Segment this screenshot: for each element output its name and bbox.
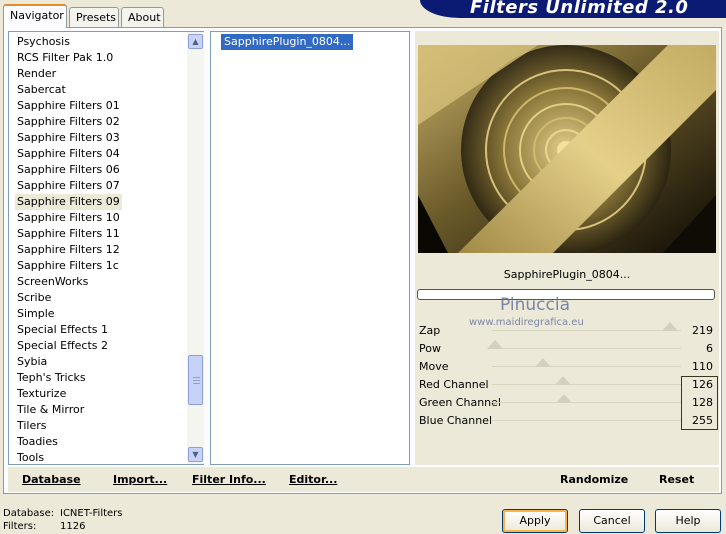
list-item[interactable]: Sabercat: [15, 82, 68, 98]
channel-value-highlight: [681, 376, 718, 430]
database-button[interactable]: Database: [22, 473, 81, 486]
list-item[interactable]: Sapphire Filters 03: [15, 130, 122, 146]
list-scrollbar[interactable]: ▲ ▼: [187, 32, 204, 464]
list-item[interactable]: Sybia: [15, 354, 49, 370]
database-label: Database:: [3, 508, 55, 519]
param-slider[interactable]: [492, 358, 681, 367]
list-item[interactable]: Sapphire Filters 01: [15, 98, 122, 114]
param-slider[interactable]: [492, 376, 681, 385]
list-item[interactable]: Render: [15, 66, 58, 82]
list-item[interactable]: Toadies: [15, 434, 60, 450]
filters-label: Filters:: [3, 521, 37, 532]
filters-count: 1126: [60, 521, 86, 532]
scroll-down-button[interactable]: ▼: [188, 447, 203, 462]
param-row-pow[interactable]: Pow 6: [417, 340, 717, 358]
param-row-zap[interactable]: Zap 219: [417, 322, 717, 340]
action-bar: Database Import... Filter Info... Editor…: [8, 467, 719, 492]
tab-presets[interactable]: Presets: [69, 7, 119, 27]
list-item[interactable]: Sapphire Filters 02: [15, 114, 122, 130]
list-item[interactable]: ScreenWorks: [15, 274, 90, 290]
slider-thumb[interactable]: [662, 322, 678, 331]
param-row-blue-channel[interactable]: Blue Channel 255: [417, 412, 717, 430]
apply-button[interactable]: Apply: [502, 509, 568, 533]
param-slider[interactable]: [492, 322, 681, 331]
list-item[interactable]: Simple: [15, 306, 57, 322]
list-item[interactable]: Sapphire Filters 10: [15, 210, 122, 226]
tab-about[interactable]: About: [121, 7, 164, 27]
tab-navigator[interactable]: Navigator: [3, 4, 67, 28]
list-item[interactable]: Sapphire Filters 12: [15, 242, 122, 258]
watermark-name: Pinuccia: [500, 295, 570, 315]
list-item[interactable]: Tools: [15, 450, 46, 466]
param-label: Pow: [419, 342, 441, 355]
list-item[interactable]: Tilers: [15, 418, 49, 434]
grip-line: [193, 383, 200, 384]
list-item[interactable]: Scribe: [15, 290, 53, 306]
slider-thumb[interactable]: [487, 340, 503, 349]
param-value: 6: [706, 342, 713, 355]
param-row-red-channel[interactable]: Red Channel 126: [417, 376, 717, 394]
param-slider[interactable]: [487, 340, 681, 349]
cancel-button[interactable]: Cancel: [579, 509, 645, 533]
import-button[interactable]: Import...: [113, 473, 167, 486]
slider-thumb[interactable]: [535, 358, 551, 367]
scrollbar-thumb[interactable]: [188, 355, 203, 405]
reset-button[interactable]: Reset: [659, 473, 694, 486]
scroll-up-button[interactable]: ▲: [188, 34, 203, 49]
list-item[interactable]: Sapphire Filters 11: [15, 226, 122, 242]
param-row-move[interactable]: Move 110: [417, 358, 717, 376]
list-item[interactable]: Psychosis: [15, 34, 72, 50]
filter-category-list[interactable]: Psychosis RCS Filter Pak 1.0 Render Sabe…: [8, 31, 204, 465]
param-slider[interactable]: [492, 394, 681, 403]
slider-thumb[interactable]: [556, 394, 572, 403]
editor-button[interactable]: Editor...: [289, 473, 337, 486]
slider-thumb[interactable]: [555, 376, 571, 385]
list-item[interactable]: Tile & Mirror: [15, 402, 86, 418]
param-label: Red Channel: [419, 378, 489, 391]
app-title-banner: Filters Unlimited 2.0: [420, 0, 726, 18]
list-item[interactable]: Special Effects 2: [15, 338, 110, 354]
preview-filter-name: SapphirePlugin_0804...: [503, 268, 631, 281]
list-item[interactable]: Teph's Tricks: [15, 370, 88, 386]
list-item[interactable]: Sapphire Filters 1c: [15, 258, 121, 274]
param-label: Green Channel: [419, 396, 501, 409]
chevron-down-icon: ▼: [192, 450, 199, 459]
plugin-item-selected[interactable]: SapphirePlugin_0804...: [221, 34, 354, 50]
param-value: 219: [692, 324, 713, 337]
list-item[interactable]: Texturize: [15, 386, 68, 402]
list-item[interactable]: Sapphire Filters 07: [15, 178, 122, 194]
param-slider[interactable]: [492, 420, 681, 421]
plugin-list[interactable]: SapphirePlugin_0804...: [210, 31, 410, 465]
param-label: Move: [419, 360, 449, 373]
param-label: Blue Channel: [419, 414, 492, 427]
preview-panel: SapphirePlugin_0804... Pinuccia www.maid…: [415, 31, 719, 465]
param-value: 110: [692, 360, 713, 373]
list-item-selected[interactable]: Sapphire Filters 09: [15, 194, 122, 210]
randomize-button[interactable]: Randomize: [560, 473, 628, 486]
list-item[interactable]: Sapphire Filters 04: [15, 146, 122, 162]
param-label: Zap: [419, 324, 441, 337]
param-row-green-channel[interactable]: Green Channel 128: [417, 394, 717, 412]
preview-image: [418, 45, 716, 253]
grip-line: [193, 380, 200, 381]
list-item[interactable]: Special Effects 1: [15, 322, 110, 338]
list-item[interactable]: Sapphire Filters 06: [15, 162, 122, 178]
filter-info-button[interactable]: Filter Info...: [192, 473, 266, 486]
chevron-up-icon: ▲: [192, 37, 199, 46]
list-item[interactable]: RCS Filter Pak 1.0: [15, 50, 115, 66]
grip-line: [193, 377, 200, 378]
help-button[interactable]: Help: [655, 509, 721, 533]
database-value: ICNET-Filters: [60, 508, 123, 519]
